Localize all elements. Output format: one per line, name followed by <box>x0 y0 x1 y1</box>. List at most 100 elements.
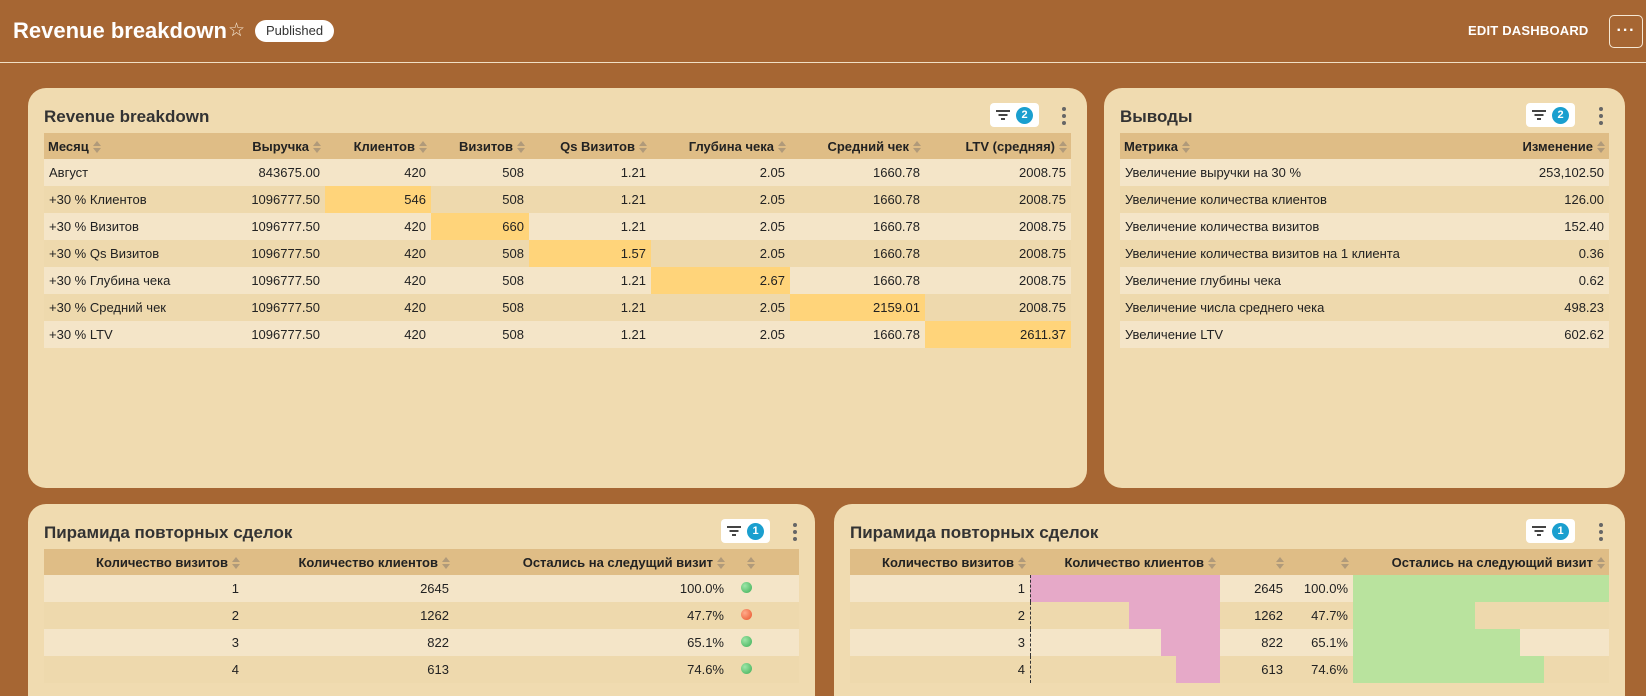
column-header[interactable]: Глубина чека <box>651 133 790 159</box>
clients-bar-cell <box>1030 656 1220 683</box>
table-row: 3 822 65.1% <box>850 629 1609 656</box>
filter-button[interactable]: 1 <box>1526 519 1575 543</box>
green-status-dot-icon <box>741 636 752 647</box>
clients-cell: 613 <box>1220 656 1288 683</box>
table-row: 4 613 74.6% <box>44 656 799 683</box>
value-cell: 660 <box>431 213 529 240</box>
table-row: Увеличение количества визитов на 1 клиен… <box>1120 240 1609 267</box>
column-header[interactable] <box>729 549 799 575</box>
metric-cell: Увеличение глубины чека <box>1120 267 1450 294</box>
column-header[interactable]: Изменение <box>1450 133 1609 159</box>
panel-menu-icon[interactable] <box>1059 107 1069 127</box>
table-row: +30 % Глубина чека 1096777.50 420 508 1.21 2.… <box>44 267 1071 294</box>
value-cell: 1096777.50 <box>194 294 325 321</box>
axis-line <box>1030 575 1031 602</box>
table-row: +30 % Средний чек 1096777.50 420 508 1.21 2.0… <box>44 294 1071 321</box>
table-header-row: Количество визитов Количество клиентов О… <box>850 549 1609 575</box>
row-label-cell: +30 % Средний чек <box>44 294 194 321</box>
pyramid-right-table: Количество визитов Количество клиентов О… <box>850 549 1609 683</box>
column-header[interactable]: Месяц <box>44 133 194 159</box>
column-header[interactable] <box>1288 549 1353 575</box>
retained-bar-cell <box>1353 575 1609 602</box>
column-header[interactable]: Количество визитов <box>44 549 244 575</box>
clients-bar-cell <box>1030 575 1220 602</box>
value-cell: 508 <box>431 267 529 294</box>
filter-button[interactable]: 2 <box>990 103 1039 127</box>
status-cell <box>729 656 799 683</box>
value-cell: 508 <box>431 294 529 321</box>
value-cell: 1.21 <box>529 213 651 240</box>
value-cell: 1096777.50 <box>194 186 325 213</box>
status-cell <box>729 575 799 602</box>
value-cell: 2.05 <box>651 240 790 267</box>
column-header[interactable]: Средний чек <box>790 133 925 159</box>
table-row: 4 613 74.6% <box>850 656 1609 683</box>
row-label-cell: +30 % Qs Визитов <box>44 240 194 267</box>
filter-button[interactable]: 1 <box>721 519 770 543</box>
clients-bar <box>1030 575 1220 602</box>
filter-icon <box>996 109 1010 121</box>
clients-bar <box>1160 629 1220 656</box>
edit-dashboard-button[interactable]: EDIT DASHBOARD <box>1468 18 1589 44</box>
visits-cell: 3 <box>44 629 244 656</box>
status-cell <box>729 602 799 629</box>
metric-cell: Увеличение числа среднего чека <box>1120 294 1450 321</box>
star-icon[interactable]: ☆ <box>228 19 245 42</box>
retained-cell: 47.7% <box>454 602 729 629</box>
change-cell: 126.00 <box>1450 186 1609 213</box>
value-cell: 2.67 <box>651 267 790 294</box>
panel-menu-icon[interactable] <box>1596 523 1606 543</box>
column-header[interactable]: Визитов <box>431 133 529 159</box>
panel-menu-icon[interactable] <box>790 523 800 543</box>
column-header[interactable]: Количество клиентов <box>1030 549 1220 575</box>
green-status-dot-icon <box>741 663 752 674</box>
clients-cell: 2645 <box>244 575 454 602</box>
sort-icon <box>717 557 725 570</box>
column-header[interactable]: Остались на следущий визит <box>454 549 729 575</box>
filter-button[interactable]: 2 <box>1526 103 1575 127</box>
column-header[interactable]: LTV (средняя) <box>925 133 1071 159</box>
more-options-button[interactable]: ··· <box>1609 15 1643 48</box>
column-header[interactable] <box>1220 549 1288 575</box>
change-cell: 152.40 <box>1450 213 1609 240</box>
value-cell: 1.21 <box>529 186 651 213</box>
table-row: +30 % Визитов 1096777.50 420 660 1.21 2.05 166… <box>44 213 1071 240</box>
column-header[interactable]: Количество визитов <box>850 549 1030 575</box>
value-cell: 2008.75 <box>925 186 1071 213</box>
clients-cell: 613 <box>244 656 454 683</box>
value-cell: 1.21 <box>529 321 651 348</box>
clients-bar-cell <box>1030 629 1220 656</box>
sort-icon <box>419 141 427 154</box>
column-header[interactable]: Количество клиентов <box>244 549 454 575</box>
filter-count-badge: 1 <box>747 522 764 540</box>
row-label-cell: +30 % Глубина чека <box>44 267 194 294</box>
table-row: Увеличение LTV 602.62 <box>1120 321 1609 348</box>
retained-cell: 65.1% <box>454 629 729 656</box>
sort-icon <box>1597 141 1605 154</box>
retained-cell: 74.6% <box>1288 656 1353 683</box>
retained-cell: 47.7% <box>1288 602 1353 629</box>
panel-menu-icon[interactable] <box>1596 107 1606 127</box>
value-cell: 420 <box>325 240 431 267</box>
value-cell: 2.05 <box>651 186 790 213</box>
value-cell: 420 <box>325 159 431 186</box>
dashboard-title: Revenue breakdown <box>13 18 227 43</box>
value-cell: 508 <box>431 159 529 186</box>
column-header[interactable]: Выручка <box>194 133 325 159</box>
value-cell: 1660.78 <box>790 240 925 267</box>
status-badge: Published <box>255 20 335 42</box>
column-header[interactable]: Qs Визитов <box>529 133 651 159</box>
value-cell: 1.57 <box>529 240 651 267</box>
column-header[interactable]: Остались на следующий визит <box>1353 549 1609 575</box>
table-header-row: Количество визитов Количество клиентов О… <box>44 549 799 575</box>
value-cell: 2008.75 <box>925 267 1071 294</box>
retained-bar-cell <box>1353 656 1609 683</box>
sort-icon <box>442 557 450 570</box>
column-header[interactable]: Клиентов <box>325 133 431 159</box>
metric-cell: Увеличение LTV <box>1120 321 1450 348</box>
table-row: Увеличение выручки на 30 % 253,102.50 <box>1120 159 1609 186</box>
sort-icon <box>92 141 101 154</box>
column-header[interactable]: Метрика <box>1120 133 1450 159</box>
value-cell: 2.05 <box>651 159 790 186</box>
retained-cell: 74.6% <box>454 656 729 683</box>
